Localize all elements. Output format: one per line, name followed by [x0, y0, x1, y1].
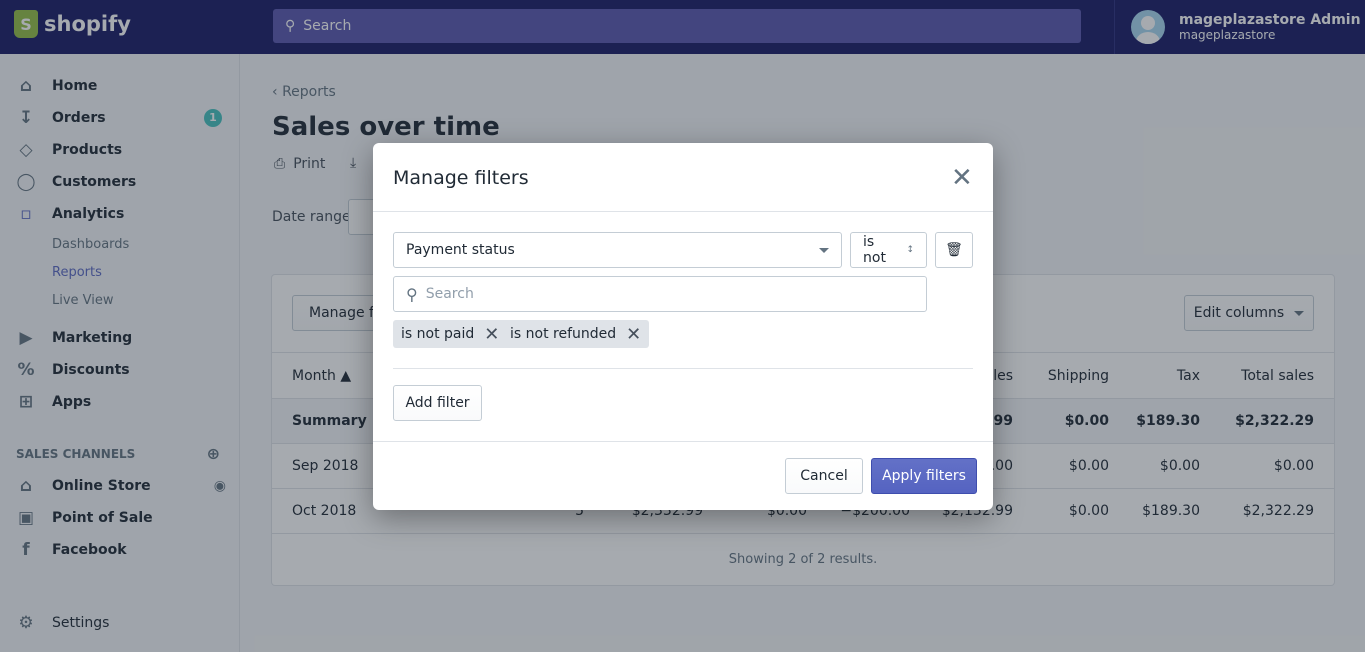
manage-filters-modal: Manage filters ✕ Payment status is not ↕ … — [373, 143, 993, 510]
operator-select[interactable]: is not ↕ — [850, 232, 927, 268]
divider — [393, 368, 973, 369]
divider — [373, 211, 993, 212]
remove-tag-icon[interactable]: ✕ — [626, 324, 641, 345]
remove-tag-icon[interactable]: ✕ — [484, 324, 499, 345]
trash-icon: 🗑 — [945, 242, 963, 258]
modal-title: Manage filters — [393, 167, 529, 189]
filter-tag: is not refunded ✕ — [502, 320, 650, 348]
search-icon: ⚲ — [406, 284, 418, 304]
add-filter-button[interactable]: Add filter — [393, 385, 482, 421]
close-icon[interactable]: ✕ — [951, 163, 973, 193]
apply-filters-button[interactable]: Apply filters — [871, 458, 977, 494]
select-arrows-icon: ↕ — [906, 245, 914, 255]
filter-field-select[interactable]: Payment status — [393, 232, 842, 268]
caret-down-icon — [819, 247, 829, 253]
cancel-button[interactable]: Cancel — [785, 458, 863, 494]
divider — [373, 441, 993, 442]
filter-value-search[interactable]: ⚲ Search — [393, 276, 927, 312]
filter-tag: is not paid ✕ — [393, 320, 508, 348]
delete-filter-button[interactable]: 🗑 — [935, 232, 973, 268]
